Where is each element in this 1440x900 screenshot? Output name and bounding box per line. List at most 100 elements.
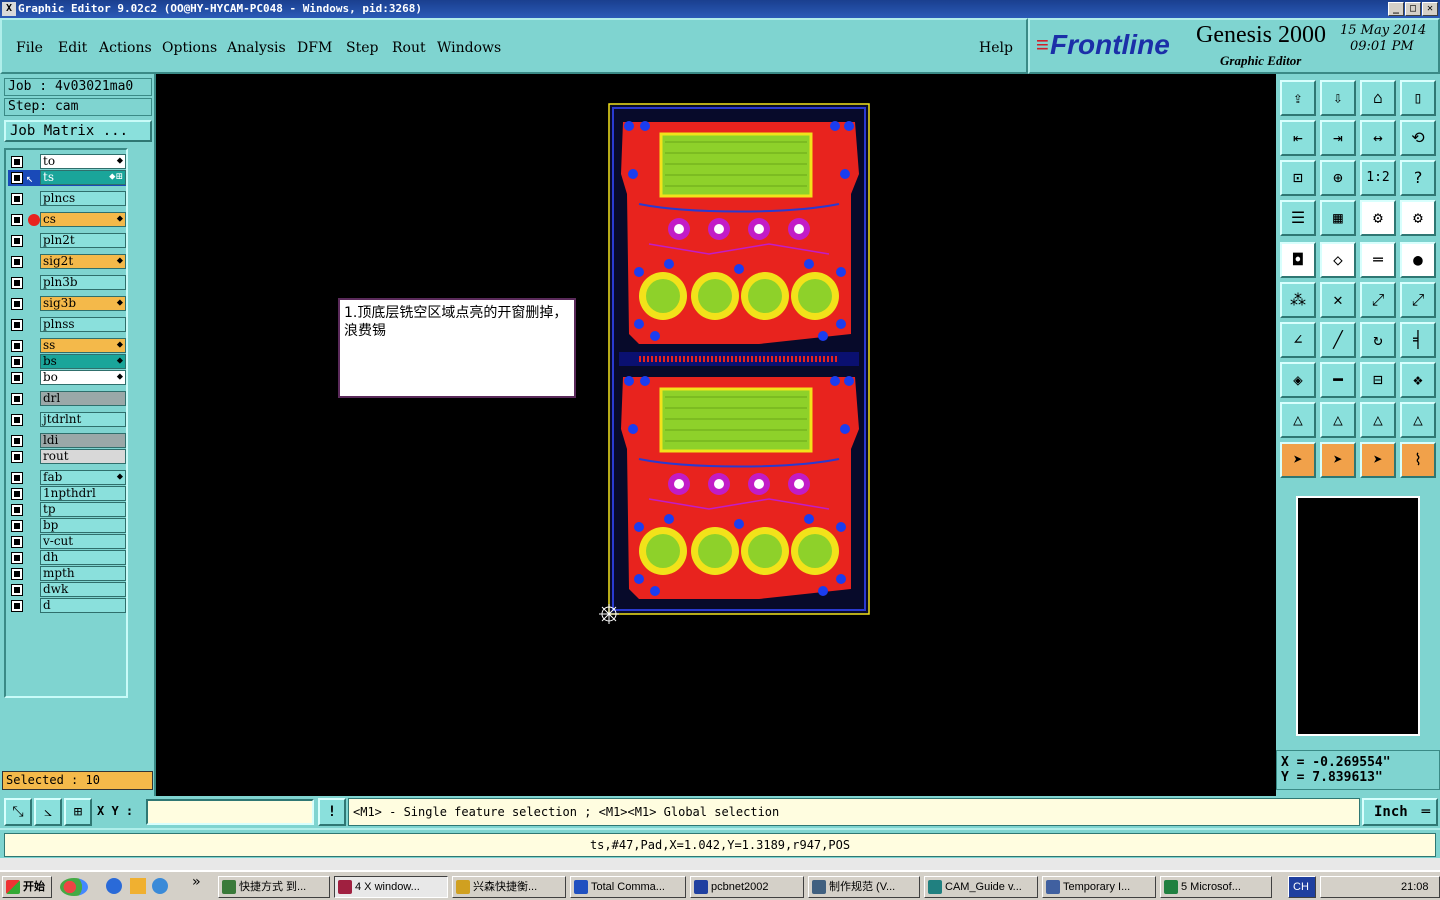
layer-checkbox[interactable] — [11, 600, 23, 612]
layer-row-plnss[interactable]: plnss — [8, 317, 126, 333]
quicklaunch-icon[interactable] — [60, 878, 88, 896]
save-icon[interactable]: ⇩ — [1320, 80, 1356, 116]
layer-row-to[interactable]: to ⬥ — [8, 154, 126, 170]
graphic-canvas[interactable] — [156, 74, 1276, 796]
close-button[interactable]: ✕ — [1422, 2, 1438, 16]
layer-name[interactable]: dh — [40, 550, 126, 565]
snap-edge-icon[interactable]: ◇ — [1320, 242, 1356, 278]
prev-step-icon[interactable]: ⇤ — [1280, 120, 1316, 156]
layer-row-ss[interactable]: ss ⬥ — [8, 338, 126, 354]
ie-icon[interactable] — [106, 878, 122, 894]
open-job-icon[interactable]: ⇪ — [1280, 80, 1316, 116]
layer-name[interactable]: ts ⬥⊞ — [40, 170, 126, 185]
layer-checkbox[interactable] — [11, 214, 23, 226]
layer-checkbox[interactable] — [11, 319, 23, 331]
language-indicator[interactable]: CH — [1288, 876, 1316, 898]
menu-rout[interactable]: Rout — [392, 40, 426, 56]
layer-name[interactable]: 1npthdrl — [40, 486, 126, 501]
arc-icon[interactable]: ↻ — [1360, 322, 1396, 358]
taskbar-item[interactable]: 兴森快捷衡... — [452, 876, 566, 898]
triangle-a-icon[interactable]: △ — [1280, 402, 1316, 438]
line-icon[interactable]: ╱ — [1320, 322, 1356, 358]
layer-name[interactable]: fab ⬥ — [40, 470, 126, 485]
layer-name[interactable]: sig3b ⬥ — [40, 296, 126, 311]
layer-name[interactable]: ldi — [40, 433, 126, 448]
layer-row-dwk[interactable]: dwk — [8, 582, 126, 598]
layer-checkbox[interactable] — [11, 504, 23, 516]
layer-name[interactable]: plncs — [40, 191, 126, 206]
snap-angle-icon[interactable]: ⦣ — [34, 798, 62, 826]
layer-name[interactable]: cs ⬥ — [40, 212, 126, 227]
layer-name[interactable]: bp — [40, 518, 126, 533]
home-icon[interactable]: ⌂ — [1360, 80, 1396, 116]
layer-name[interactable]: plnss — [40, 317, 126, 332]
pointer-box-icon[interactable]: ➤ — [1320, 442, 1356, 478]
more-icon[interactable]: » — [192, 874, 200, 890]
menu-analysis[interactable]: Analysis — [227, 40, 286, 56]
layer-row-dh[interactable]: dh — [8, 550, 126, 566]
layer-checkbox[interactable] — [11, 488, 23, 500]
overview-window[interactable] — [1296, 496, 1420, 736]
layer-name[interactable]: sig2t ⬥ — [40, 254, 126, 269]
layer-row-mpth[interactable]: mpth — [8, 566, 126, 582]
angle-icon[interactable]: ∠ — [1280, 322, 1316, 358]
layer-pair-icon[interactable]: ⚙ — [1360, 200, 1396, 236]
layer-name[interactable]: drl — [40, 391, 126, 406]
layer-checkbox[interactable] — [11, 584, 23, 596]
pcb-drawing[interactable] — [156, 74, 1276, 796]
panel-icon[interactable]: ▯ — [1400, 80, 1436, 116]
layer-row-sig3b[interactable]: sig3b ⬥ — [8, 296, 126, 312]
layer-name[interactable]: to ⬥ — [40, 154, 126, 169]
snap-off-icon[interactable]: ⤡ — [4, 798, 32, 826]
menu-options[interactable]: Options — [162, 40, 217, 56]
taskbar-item[interactable]: Temporary I... — [1042, 876, 1156, 898]
triangle-c-icon[interactable]: △ — [1360, 402, 1396, 438]
menu-edit[interactable]: Edit — [58, 40, 87, 56]
layer-row-ts[interactable]: ↖ ts ⬥⊞ — [8, 170, 126, 186]
layer-name[interactable]: tp — [40, 502, 126, 517]
layer-checkbox[interactable] — [11, 451, 23, 463]
tools-icon[interactable]: ☰ — [1280, 200, 1316, 236]
select-icon[interactable]: ◈ — [1280, 362, 1316, 398]
layer-row-drl[interactable]: drl — [8, 391, 126, 407]
triangle-b-icon[interactable]: △ — [1320, 402, 1356, 438]
layer-name[interactable]: pln3b — [40, 275, 126, 290]
route-icon[interactable]: ⌇ — [1400, 442, 1436, 478]
net-icon[interactable]: ⁂ — [1280, 282, 1316, 318]
layer-row-bp[interactable]: bp — [8, 518, 126, 534]
grid-snap-icon[interactable]: ⊞ — [64, 798, 92, 826]
taskbar-item[interactable]: CAM_Guide v... — [924, 876, 1038, 898]
taskbar-item[interactable]: 制作规范 (V... — [808, 876, 920, 898]
layer-name[interactable]: rout — [40, 449, 126, 464]
zoom-fit-icon[interactable]: ⊡ — [1280, 160, 1316, 196]
ruler-icon[interactable]: ═ — [1360, 242, 1396, 278]
snap-pad-icon[interactable]: ● — [1400, 242, 1436, 278]
layer-name[interactable]: v-cut — [40, 534, 126, 549]
group-icon[interactable]: ❖ — [1400, 362, 1436, 398]
zoom-1to1-icon[interactable]: 1:2 — [1360, 160, 1396, 196]
layer-checkbox[interactable] — [11, 568, 23, 580]
layer-checkbox[interactable] — [11, 393, 23, 405]
unit-selector[interactable]: Inch ═ — [1362, 798, 1438, 826]
pointer-icon[interactable]: ➤ — [1280, 442, 1316, 478]
taskbar-item[interactable]: 快捷方式 到... — [218, 876, 330, 898]
layer-checkbox[interactable] — [11, 340, 23, 352]
layer-row-ldi[interactable]: ldi — [8, 433, 126, 449]
layer-name[interactable]: mpth — [40, 566, 126, 581]
measure-icon[interactable]: ⊟ — [1360, 362, 1396, 398]
layer-row-d[interactable]: d — [8, 598, 126, 614]
browser-icon[interactable] — [152, 878, 168, 894]
layer-row-cs[interactable]: cs ⬥ — [8, 212, 126, 228]
xy-input[interactable] — [146, 799, 314, 825]
taskbar-item[interactable]: pcbnet2002 — [690, 876, 804, 898]
layer-checkbox[interactable] — [11, 472, 23, 484]
layer-name[interactable]: ss ⬥ — [40, 338, 126, 353]
layer-row-rout[interactable]: rout — [8, 449, 126, 465]
layer-row-v-cut[interactable]: v-cut — [8, 534, 126, 550]
job-matrix-button[interactable]: Job Matrix ... — [4, 120, 152, 142]
layer-checkbox[interactable] — [11, 536, 23, 548]
minimize-button[interactable]: _ — [1388, 2, 1404, 16]
maximize-button[interactable]: □ — [1405, 2, 1421, 16]
layer-row-jtdrlnt[interactable]: jtdrlnt — [8, 412, 126, 428]
info-icon[interactable]: ! — [318, 798, 346, 826]
